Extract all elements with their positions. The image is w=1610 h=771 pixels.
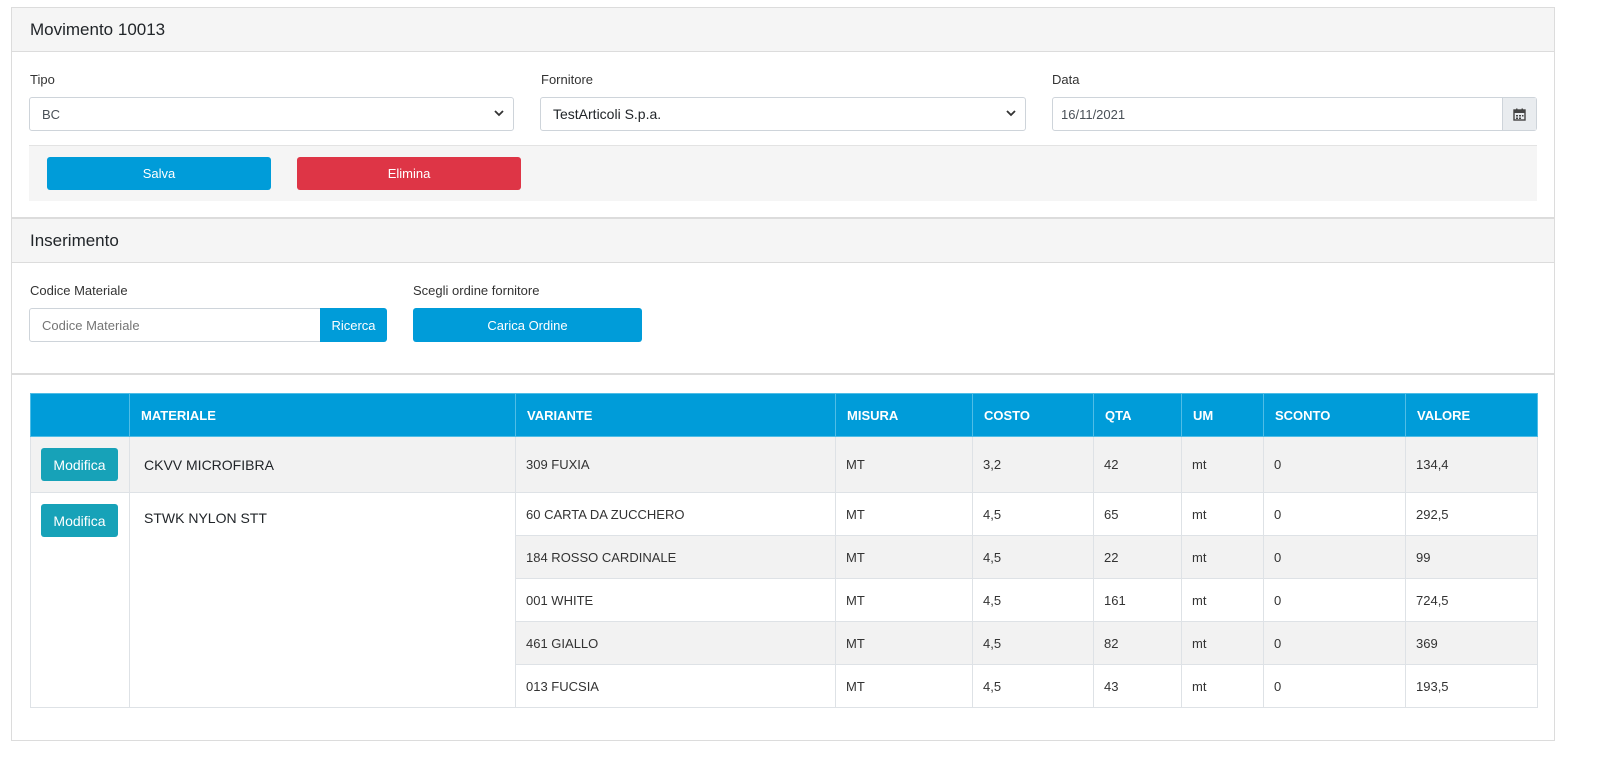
misura-cell: MT	[835, 436, 973, 493]
col-header-actions	[30, 393, 130, 437]
um-cell: mt	[1181, 492, 1264, 536]
um-cell: mt	[1181, 664, 1264, 708]
data-input[interactable]: 16/11/2021	[1052, 97, 1537, 131]
variante-cell: 461 GIALLO	[515, 621, 836, 665]
misura-cell: MT	[835, 492, 973, 536]
calendar-icon	[1513, 108, 1526, 121]
col-header-misura: MISURA	[835, 393, 973, 437]
data-value: 16/11/2021	[1061, 106, 1126, 122]
col-header-um: UM	[1181, 393, 1264, 437]
qta-cell: 42	[1093, 436, 1182, 493]
fornitore-value: TestArticoli S.p.a.	[553, 106, 662, 122]
table-row: Modifica STWK NYLON STT 60 CARTA DA ZUCC…	[30, 492, 1538, 708]
um-cell: mt	[1181, 535, 1264, 579]
inserimento-title: Inserimento	[12, 219, 1554, 263]
sconto-cell: 0	[1263, 621, 1406, 665]
inserimento-card: Inserimento Codice Materiale Ricerca Sce…	[11, 218, 1555, 374]
action-bar: Salva Elimina	[29, 145, 1537, 201]
misura-cell: MT	[835, 621, 973, 665]
codice-materiale-input[interactable]	[29, 308, 321, 342]
costo-cell: 4,5	[972, 664, 1094, 708]
um-cell: mt	[1181, 578, 1264, 622]
valore-cell: 193,5	[1405, 664, 1538, 708]
valore-cell: 724,5	[1405, 578, 1538, 622]
ordine-fornitore-label: Scegli ordine fornitore	[413, 283, 540, 298]
calendar-button[interactable]	[1502, 98, 1536, 130]
variante-cell: 184 ROSSO CARDINALE	[515, 535, 836, 579]
costo-cell: 3,2	[972, 436, 1094, 493]
tipo-value: BC	[42, 106, 61, 122]
edit-button[interactable]: Modifica	[41, 504, 118, 537]
qta-cell: 43	[1093, 664, 1182, 708]
delete-button[interactable]: Elimina	[297, 157, 521, 190]
codice-materiale-label: Codice Materiale	[30, 283, 128, 298]
variante-cell: 013 FUCSIA	[515, 664, 836, 708]
col-header-materiale: MATERIALE	[129, 393, 516, 437]
misura-cell: MT	[835, 664, 973, 708]
valore-cell: 369	[1405, 621, 1538, 665]
um-cell: mt	[1181, 436, 1264, 493]
materiale-cell: STWK NYLON STT	[129, 492, 516, 708]
variante-cell: 60 CARTA DA ZUCCHERO	[515, 492, 836, 536]
qta-cell: 161	[1093, 578, 1182, 622]
costo-cell: 4,5	[972, 578, 1094, 622]
materiale-cell: CKVV MICROFIBRA	[129, 436, 516, 493]
qta-cell: 65	[1093, 492, 1182, 536]
search-button[interactable]: Ricerca	[320, 308, 387, 342]
variante-cell: 309 FUXIA	[515, 436, 836, 493]
valore-cell: 134,4	[1405, 436, 1538, 493]
fornitore-select[interactable]: TestArticoli S.p.a.	[540, 97, 1026, 131]
misura-cell: MT	[835, 535, 973, 579]
misura-cell: MT	[835, 578, 973, 622]
valore-cell: 99	[1405, 535, 1538, 579]
col-header-variante: VARIANTE	[515, 393, 836, 437]
data-label: Data	[1052, 72, 1080, 87]
valore-cell: 292,5	[1405, 492, 1538, 536]
movimento-card: Movimento 10013 Tipo BC Fornitore TestAr…	[11, 7, 1555, 218]
col-header-qta: QTA	[1093, 393, 1182, 437]
table-header-row: MATERIALE VARIANTE MISURA COSTO QTA UM S…	[30, 393, 1538, 437]
table-card: MATERIALE VARIANTE MISURA COSTO QTA UM S…	[11, 374, 1555, 741]
actions-cell: Modifica	[30, 436, 130, 493]
variante-cell: 001 WHITE	[515, 578, 836, 622]
sconto-cell: 0	[1263, 578, 1406, 622]
col-header-sconto: SCONTO	[1263, 393, 1406, 437]
edit-button[interactable]: Modifica	[41, 448, 118, 481]
carica-ordine-button[interactable]: Carica Ordine	[413, 308, 642, 342]
materials-table: MATERIALE VARIANTE MISURA COSTO QTA UM S…	[30, 393, 1538, 708]
col-header-valore: VALORE	[1405, 393, 1538, 437]
sconto-cell: 0	[1263, 436, 1406, 493]
sconto-cell: 0	[1263, 535, 1406, 579]
chevron-down-icon	[1006, 110, 1016, 117]
costo-cell: 4,5	[972, 621, 1094, 665]
um-cell: mt	[1181, 621, 1264, 665]
actions-cell: Modifica	[30, 492, 130, 708]
chevron-down-icon	[494, 110, 504, 117]
sconto-cell: 0	[1263, 664, 1406, 708]
fornitore-label: Fornitore	[541, 72, 594, 87]
movimento-title: Movimento 10013	[12, 8, 1554, 52]
save-button[interactable]: Salva	[47, 157, 271, 190]
qta-cell: 22	[1093, 535, 1182, 579]
costo-cell: 4,5	[972, 492, 1094, 536]
tipo-select[interactable]: BC	[29, 97, 514, 131]
costo-cell: 4,5	[972, 535, 1094, 579]
qta-cell: 82	[1093, 621, 1182, 665]
tipo-label: Tipo	[30, 72, 55, 87]
col-header-costo: COSTO	[972, 393, 1094, 437]
table-row: Modifica CKVV MICROFIBRA 309 FUXIA MT 3,…	[30, 436, 1538, 493]
sconto-cell: 0	[1263, 492, 1406, 536]
